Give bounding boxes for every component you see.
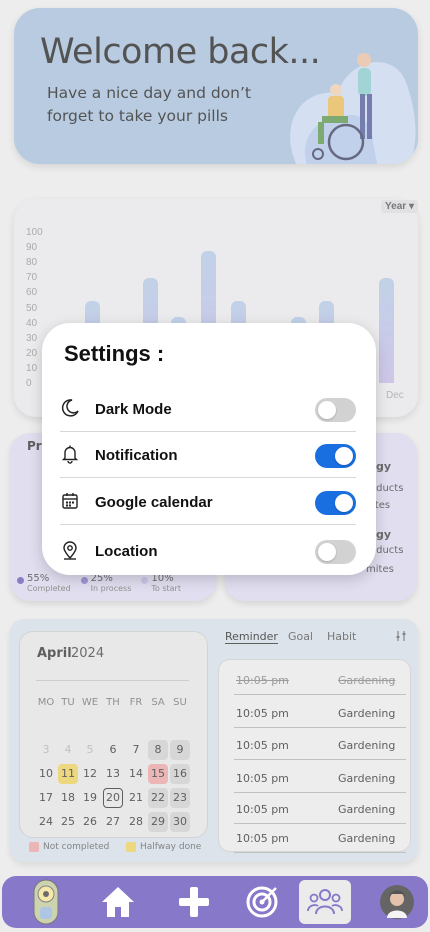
setting-notification: Notification	[60, 432, 356, 478]
google-calendar-toggle[interactable]	[315, 491, 356, 515]
setting-google-calendar: Google calendar	[60, 479, 356, 525]
setting-label: Location	[95, 543, 158, 560]
setting-label: Dark Mode	[95, 401, 172, 418]
setting-label: Notification	[95, 447, 178, 464]
settings-title: Settings :	[64, 341, 165, 366]
bell-icon	[61, 445, 79, 464]
setting-label: Google calendar	[95, 494, 213, 511]
location-pin-icon	[63, 541, 77, 560]
moon-icon	[61, 399, 79, 417]
dark-mode-toggle[interactable]	[315, 398, 356, 422]
calendar-icon	[62, 493, 78, 509]
setting-dark-mode: Dark Mode	[60, 386, 356, 432]
settings-dialog: Settings : Dark Mode Notification Google…	[42, 323, 376, 575]
notification-toggle[interactable]	[315, 444, 356, 468]
setting-location: Location	[60, 528, 356, 574]
location-toggle[interactable]	[315, 540, 356, 564]
